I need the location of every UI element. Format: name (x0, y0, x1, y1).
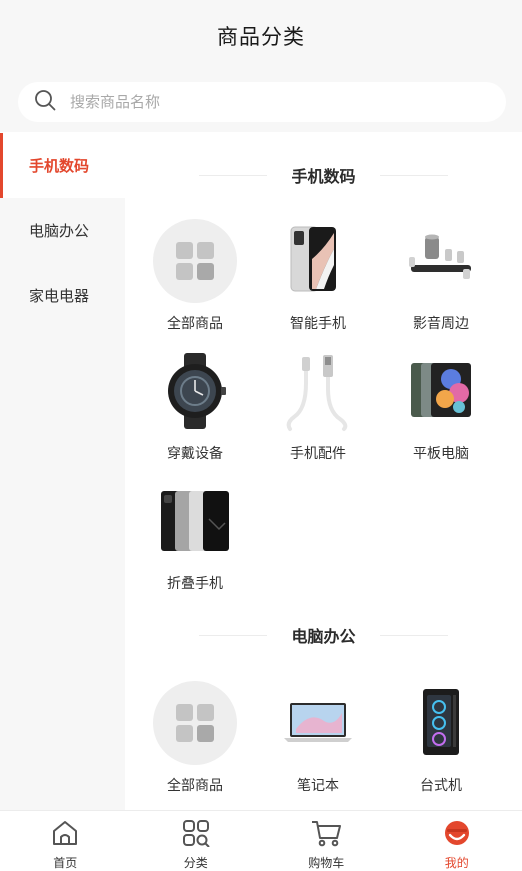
category-item-all[interactable]: 全部商品 (133, 681, 257, 806)
section-title: 手机数码 (291, 167, 356, 186)
sidebar-item-home-appliances[interactable]: 家电电器 (0, 263, 125, 328)
category-item-desktops[interactable]: 台式机 (379, 681, 503, 806)
tablet-icon (399, 349, 483, 433)
category-sidebar: 手机数码 电脑办公 家电电器 (0, 133, 125, 810)
section-header: 电脑办公 (125, 623, 522, 647)
category-item-phone-accessories[interactable]: 手机配件 (256, 349, 380, 474)
search-area (0, 72, 522, 132)
grid-icon (153, 681, 237, 765)
section-header: 手机数码 (125, 163, 522, 187)
divider (379, 634, 448, 636)
tab-home[interactable]: 首页 (0, 811, 131, 871)
speaker-icon (399, 219, 483, 303)
grid-icon (153, 219, 237, 303)
sidebar-item-label: 电脑办公 (29, 222, 90, 240)
tab-category[interactable]: 分类 (131, 811, 262, 871)
divider (199, 634, 268, 636)
tab-label: 分类 (183, 856, 208, 870)
cart-icon (310, 819, 342, 851)
item-label: 平板电脑 (413, 446, 469, 462)
laptop-icon (276, 681, 360, 765)
tab-profile[interactable]: 我的 (392, 811, 522, 871)
category-icon (181, 819, 211, 851)
category-item-smartphones[interactable]: 智能手机 (256, 219, 380, 344)
page-header: 商品分类 (0, 0, 522, 72)
foldable-phone-icon (153, 479, 237, 563)
desktop-tower-icon (399, 681, 483, 765)
item-label: 穿戴设备 (167, 446, 223, 462)
page-title: 商品分类 (217, 25, 305, 49)
sidebar-item-computers-office[interactable]: 电脑办公 (0, 198, 125, 263)
search-icon (34, 89, 56, 115)
item-label: 全部商品 (167, 316, 223, 332)
category-item-wearables[interactable]: 穿戴设备 (133, 349, 257, 474)
tab-cart[interactable]: 购物车 (261, 811, 392, 871)
tab-label: 首页 (53, 856, 78, 870)
item-label: 影音周边 (413, 316, 469, 332)
item-label: 折叠手机 (167, 576, 223, 592)
cable-icon (276, 349, 360, 433)
sidebar-item-phones-digital[interactable]: 手机数码 (0, 133, 125, 198)
bottom-tab-bar: 首页 分类 购物车 我的 (0, 810, 522, 871)
category-item-laptops[interactable]: 笔记本 (256, 681, 380, 806)
category-item-all[interactable]: 全部商品 (133, 219, 257, 344)
category-item-tablets[interactable]: 平板电脑 (379, 349, 503, 474)
item-label: 智能手机 (290, 316, 346, 332)
tab-label: 购物车 (308, 856, 345, 870)
category-content: 手机数码 全部商品 智能手机 影音周边 穿戴设备 手机配件 平板电脑 折叠手机 … (125, 133, 522, 810)
item-label: 笔记本 (297, 778, 339, 794)
home-icon (50, 819, 80, 851)
section-title: 电脑办公 (291, 627, 356, 646)
phone-icon (276, 219, 360, 303)
item-label: 全部商品 (167, 778, 223, 794)
item-label: 手机配件 (290, 446, 346, 462)
search-bar[interactable] (18, 82, 506, 122)
category-item-audio-video[interactable]: 影音周边 (379, 219, 503, 344)
sidebar-item-label: 手机数码 (29, 157, 90, 175)
watch-icon (153, 349, 237, 433)
profile-icon (442, 819, 472, 851)
divider (199, 174, 268, 176)
item-label: 台式机 (420, 778, 462, 794)
tab-label: 我的 (444, 856, 469, 870)
search-input[interactable] (70, 93, 470, 111)
divider (379, 174, 448, 176)
sidebar-item-label: 家电电器 (29, 287, 90, 305)
category-item-foldable-phones[interactable]: 折叠手机 (133, 479, 257, 604)
